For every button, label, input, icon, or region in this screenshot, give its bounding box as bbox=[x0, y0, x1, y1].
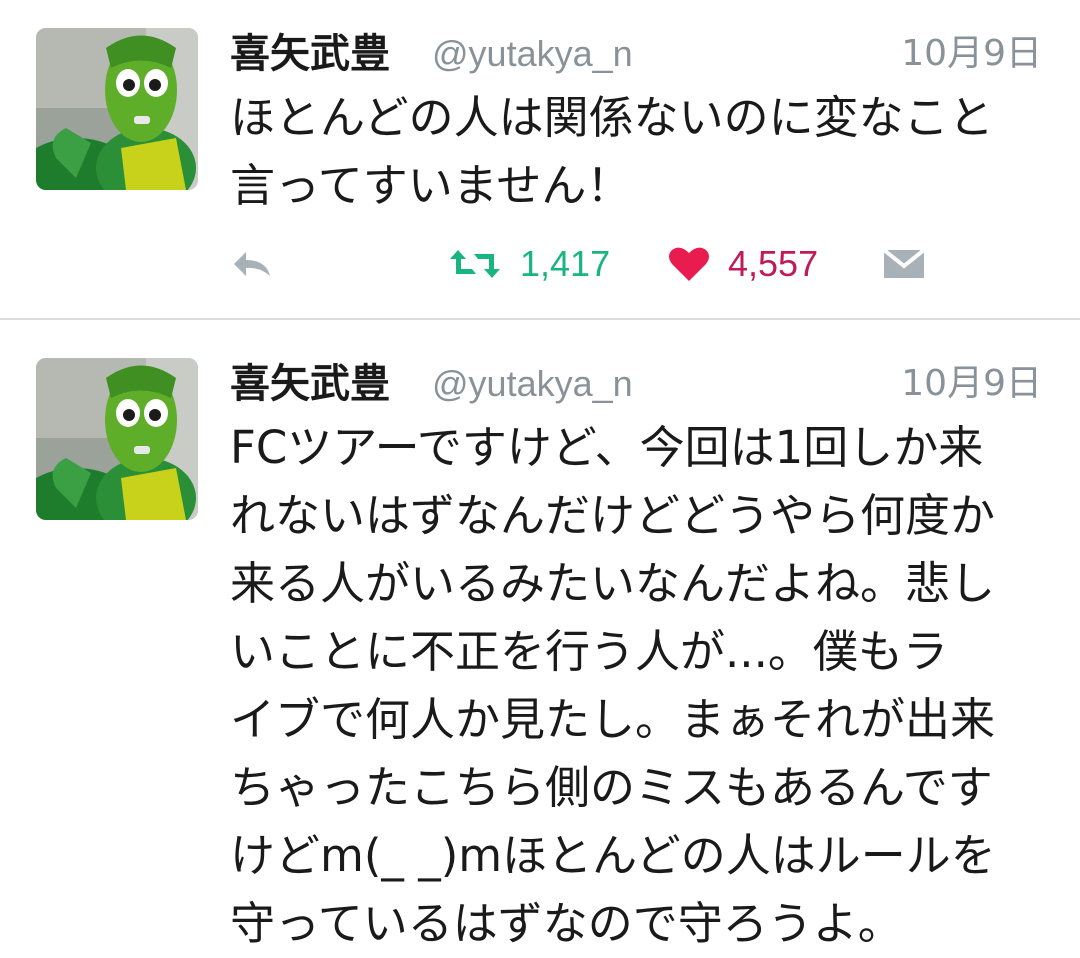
timestamp[interactable]: 10月9日 bbox=[901, 24, 1042, 84]
like-button[interactable]: 4,557 bbox=[668, 232, 818, 296]
direct-message-button[interactable] bbox=[882, 232, 926, 296]
tweet-header: 喜矢武豊 @yutakya_n 10月9日 bbox=[230, 24, 1042, 84]
tweet-actions: 1,417 4,557 bbox=[230, 232, 1030, 296]
avatar-image bbox=[36, 28, 198, 190]
reply-button[interactable] bbox=[230, 232, 274, 296]
heart-icon bbox=[668, 245, 710, 283]
tweet-text: ほとんどの人は関係ないのに変なこと 言ってすいません！ bbox=[230, 91, 994, 212]
retweet-count: 1,417 bbox=[520, 243, 611, 284]
tweet-item[interactable]: 喜矢武豊 @yutakya_n 10月9日 FCツアーですけど、今回は1回しか来… bbox=[0, 320, 1080, 951]
user-handle[interactable]: @yutakya_n bbox=[432, 354, 633, 414]
avatar[interactable] bbox=[36, 28, 198, 190]
display-name[interactable]: 喜矢武豊 bbox=[230, 354, 390, 414]
display-name[interactable]: 喜矢武豊 bbox=[230, 24, 390, 84]
tweet-header: 喜矢武豊 @yutakya_n 10月9日 bbox=[230, 354, 1042, 414]
reply-icon bbox=[230, 246, 274, 282]
user-handle[interactable]: @yutakya_n bbox=[432, 24, 633, 84]
avatar-image bbox=[36, 358, 198, 520]
tweet-item[interactable]: 喜矢武豊 @yutakya_n 10月9日 ほとんどの人は関係ないのに変なこと … bbox=[0, 0, 1080, 318]
timestamp[interactable]: 10月9日 bbox=[901, 354, 1042, 414]
avatar[interactable] bbox=[36, 358, 198, 520]
retweet-icon bbox=[448, 246, 502, 282]
tweet-text: FCツアーですけど、今回は1回しか来 れないはずなんだけどどうやら何度か 来る人… bbox=[230, 421, 996, 950]
like-count: 4,557 bbox=[728, 243, 819, 284]
retweet-button[interactable]: 1,417 bbox=[448, 232, 610, 296]
envelope-icon bbox=[882, 246, 926, 282]
